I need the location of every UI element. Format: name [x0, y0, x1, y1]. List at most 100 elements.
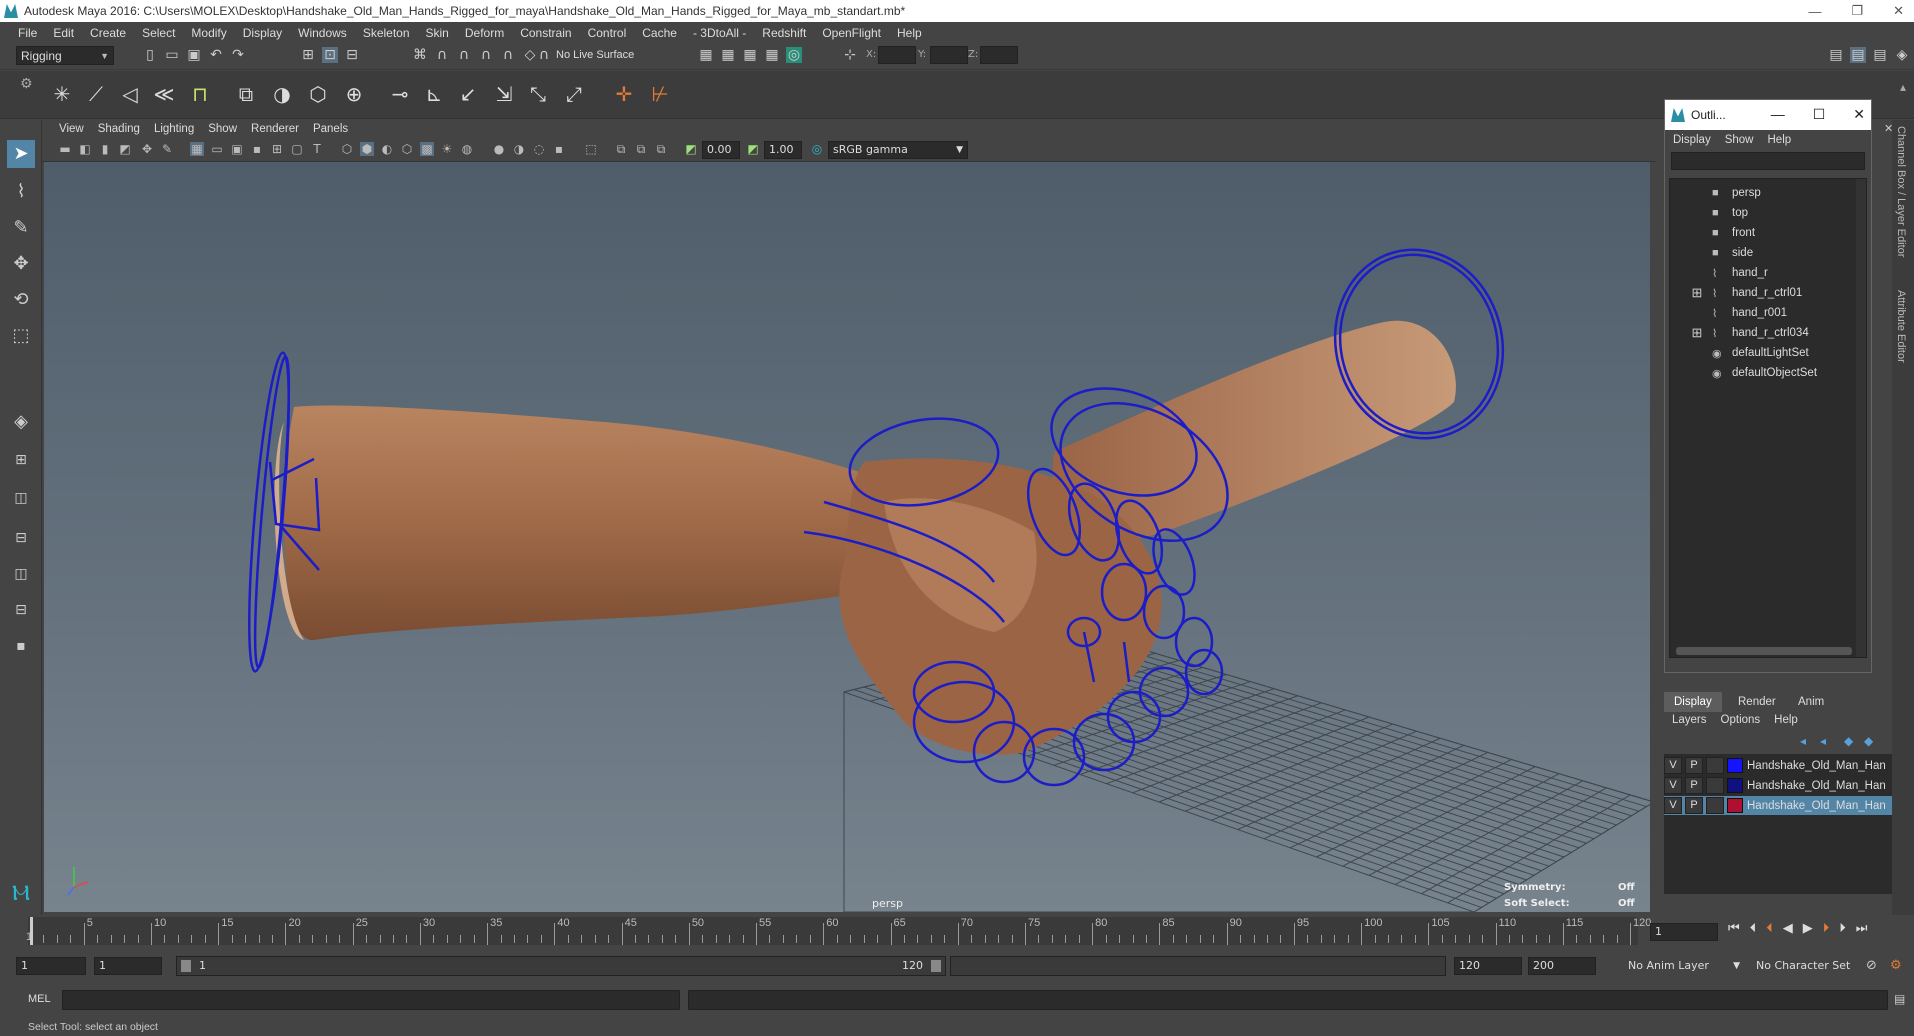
use-all-lights-icon[interactable]: ☀ — [440, 142, 454, 156]
menu-edit[interactable]: Edit — [45, 26, 82, 40]
layer-row[interactable]: V P Handshake_Old_Man_Han — [1664, 796, 1892, 815]
select-tool-icon[interactable]: ➤ — [7, 140, 35, 168]
script-editor-icon[interactable]: ▤ — [1894, 992, 1905, 1006]
shelf-tabs-icon[interactable]: ⚙ — [20, 76, 33, 92]
layer-tab-anim[interactable]: Anim — [1788, 692, 1834, 712]
close-icon[interactable]: ✕ — [1893, 3, 1904, 19]
end-time-field[interactable]: 200 — [1528, 957, 1596, 975]
menu-cache[interactable]: Cache — [634, 26, 685, 40]
mel-label[interactable]: MEL — [28, 993, 51, 1005]
outliner-list[interactable]: ■ persp ■ top ■ front ■ side ⌇ hand_r ⊞ ⌇ hand_r_ctr… — [1669, 178, 1867, 658]
panel-menu-view[interactable]: View — [52, 123, 91, 135]
layer-toggle-icon[interactable]: ◈ — [1894, 47, 1910, 63]
step-back-key-icon[interactable]: ⏴ — [1766, 921, 1773, 936]
persp-graph-icon[interactable]: ⊟ — [7, 524, 35, 552]
locator-icon[interactable]: ✛ — [610, 80, 638, 108]
menu-display[interactable]: Display — [235, 26, 290, 40]
custom-layout-icon[interactable]: ▪ — [7, 632, 35, 660]
workspace-icon[interactable]: ▤ — [1828, 47, 1844, 63]
image-plane-icon[interactable]: ◩ — [118, 142, 132, 156]
four-view-icon[interactable]: ⊞ — [7, 446, 35, 474]
single-view-icon[interactable]: ◈ — [7, 408, 35, 436]
side-by-side-icon[interactable]: ◫ — [7, 484, 35, 512]
menu-control[interactable]: Control — [580, 26, 635, 40]
shelf-scroll-up-icon[interactable]: ▴ — [1900, 80, 1906, 94]
depth-of-field-icon[interactable]: ▪ — [552, 142, 566, 156]
layer-menu-help[interactable]: Help — [1774, 714, 1798, 726]
exposure-icon[interactable]: ◩ — [684, 142, 698, 156]
panel-menu-show[interactable]: Show — [201, 123, 244, 135]
color-management-icon[interactable]: ◎ — [810, 142, 824, 156]
menu-windows[interactable]: Windows — [290, 26, 355, 40]
grease-pencil-icon[interactable]: ✎ — [160, 142, 174, 156]
outliner-menu-display[interactable]: Display — [1673, 134, 1711, 146]
layer-color-swatch[interactable] — [1727, 778, 1743, 793]
panel-menu-renderer[interactable]: Renderer — [244, 123, 306, 135]
2d-pan-zoom-icon[interactable]: ✥ — [140, 142, 154, 156]
layer-visibility-toggle[interactable]: V — [1664, 757, 1682, 774]
exposure-field[interactable]: 0.00 — [702, 141, 740, 159]
layer-display-type-toggle[interactable] — [1706, 797, 1724, 814]
layer-menu-layers[interactable]: Layers — [1672, 714, 1707, 726]
shadows-icon[interactable]: ◍ — [460, 142, 474, 156]
start-time-field[interactable]: 1 — [16, 957, 86, 975]
mirror-joint-icon[interactable]: ≪ — [150, 80, 178, 108]
auto-key-icon[interactable]: ⊘ — [1866, 958, 1877, 973]
scale-tool-icon[interactable]: ⬚ — [7, 322, 35, 350]
camera-attr-icon[interactable]: ◧ — [78, 142, 92, 156]
range-slider[interactable]: 1 120 — [176, 956, 946, 976]
layer-visibility-toggle[interactable]: V — [1664, 777, 1682, 794]
default-material-icon[interactable]: ◐ — [380, 142, 394, 156]
safe-title-icon[interactable]: T — [310, 142, 324, 156]
tool-settings-toggle-icon[interactable]: ▤ — [1872, 47, 1888, 63]
menu-file[interactable]: File — [10, 26, 45, 40]
transform-constraints-icon[interactable]: ⊹ — [842, 47, 858, 63]
snap-plane-icon[interactable]: ∩ — [478, 47, 494, 63]
grid-toggle-icon[interactable]: ▦ — [190, 142, 204, 156]
outliner-h-scrollbar[interactable] — [1676, 647, 1852, 655]
panel-menu-panels[interactable]: Panels — [306, 123, 355, 135]
outliner-menu-help[interactable]: Help — [1768, 134, 1792, 146]
gamma-field[interactable]: 1.00 — [764, 141, 802, 159]
layer-playback-toggle[interactable]: P — [1685, 797, 1703, 814]
ipr-render-icon[interactable]: ▦ — [742, 47, 758, 63]
layer-visibility-toggle[interactable]: V — [1664, 797, 1682, 814]
snap-surface-icon[interactable]: ∩ — [500, 47, 516, 63]
open-scene-icon[interactable]: ▭ — [164, 47, 180, 63]
new-scene-icon[interactable]: ▯ — [142, 47, 158, 63]
step-back-frame-icon[interactable]: ⏴ — [1750, 921, 1757, 936]
render-frame-icon[interactable]: ▦ — [720, 47, 736, 63]
snap-grid-icon[interactable]: ⌘ — [412, 47, 428, 63]
menu-create[interactable]: Create — [82, 26, 134, 40]
panel-menu-shading[interactable]: Shading — [91, 123, 147, 135]
outliner-search-input[interactable] — [1671, 152, 1865, 170]
play-forward-icon[interactable]: ▶ — [1803, 921, 1813, 936]
persp-outliner-icon[interactable]: ◫ — [7, 560, 35, 588]
layer-display-type-toggle[interactable] — [1706, 777, 1724, 794]
field-chart-icon[interactable]: ⊞ — [270, 142, 284, 156]
outliner-item[interactable]: ■ side — [1670, 243, 1860, 263]
lasso-tool-icon[interactable]: ⌇ — [7, 178, 35, 206]
step-forward-key-icon[interactable]: ⏵ — [1823, 921, 1830, 936]
gate-mask-icon[interactable]: ▪ — [250, 142, 264, 156]
minimize-icon[interactable]: — — [1808, 4, 1821, 19]
layer-playback-toggle[interactable]: P — [1685, 757, 1703, 774]
outliner-item[interactable]: ■ front — [1670, 223, 1860, 243]
playback-end-field[interactable]: 120 — [1454, 957, 1522, 975]
z-field[interactable] — [980, 46, 1018, 64]
outliner-item[interactable]: ■ top — [1670, 203, 1860, 223]
ik-handle-icon[interactable]: ⟋ — [82, 80, 110, 108]
paint-select-icon[interactable]: ✎ — [7, 214, 35, 242]
pole-vector-icon[interactable]: ⤢ — [560, 80, 588, 108]
orient-joint-icon[interactable]: ⊓ — [186, 80, 214, 108]
lattice-icon[interactable]: ⬡ — [304, 80, 332, 108]
expand-icon[interactable]: ⊞ — [1690, 326, 1704, 340]
outliner-menu-show[interactable]: Show — [1725, 134, 1754, 146]
go-to-start-icon[interactable]: ⏮ — [1728, 921, 1740, 936]
time-slider[interactable]: 1510152025303540455055606570758085909510… — [0, 915, 1914, 949]
joint-tool-icon[interactable]: ✳ — [48, 80, 76, 108]
set-driven-key-icon[interactable]: ⊬ — [646, 80, 674, 108]
menu-deform[interactable]: Deform — [457, 26, 512, 40]
go-to-end-icon[interactable]: ⏭ — [1856, 921, 1868, 936]
smooth-shade-icon[interactable]: ⬢ — [360, 142, 374, 156]
